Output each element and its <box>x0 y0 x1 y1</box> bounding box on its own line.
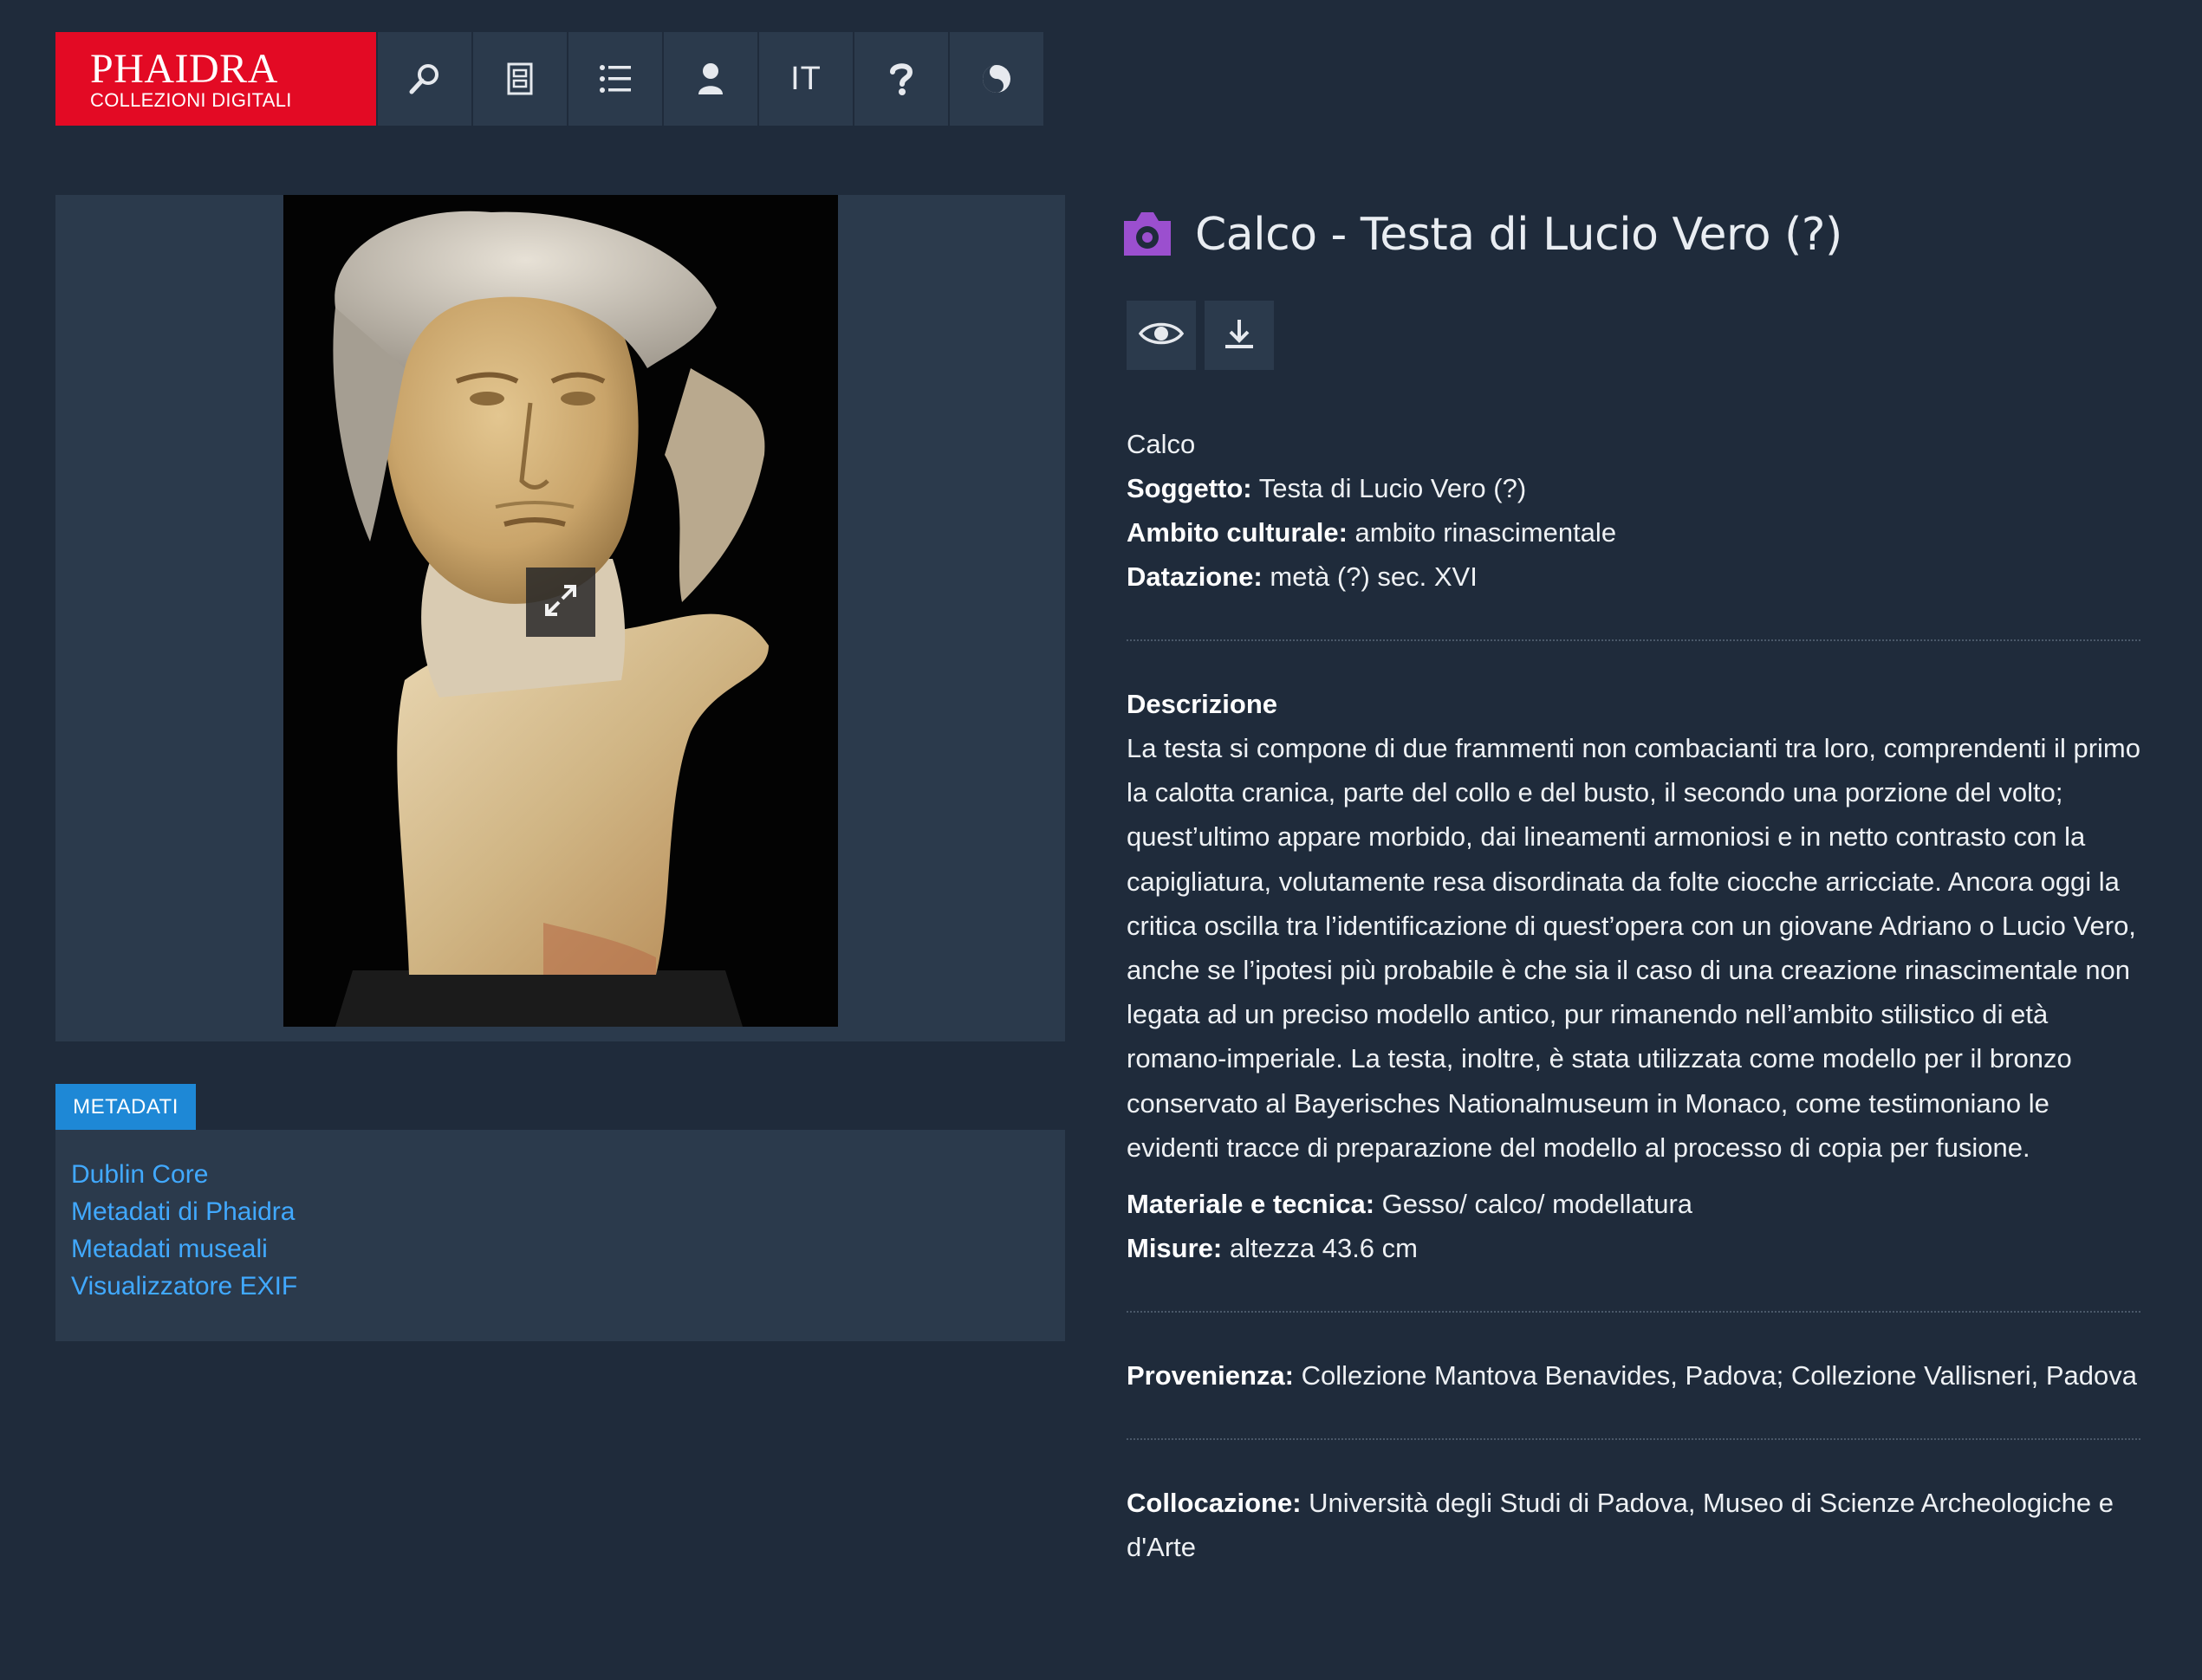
location-label: Collocazione: <box>1127 1488 1302 1519</box>
measures-value: altezza 43.6 cm <box>1229 1233 1418 1264</box>
expand-icon <box>540 580 581 626</box>
dating-row: Datazione: metà (?) sec. XVI <box>1127 555 2140 599</box>
logo-title: PHAIDRA <box>90 46 278 92</box>
phaidra-metadata-link[interactable]: Metadati di Phaidra <box>71 1193 1049 1230</box>
theme-button[interactable] <box>950 32 1043 126</box>
page-title: Calco - Testa di Lucio Vero (?) <box>1195 209 1842 261</box>
material-row: Materiale e tecnica: Gesso/ calco/ model… <box>1127 1182 2140 1226</box>
download-icon <box>1223 317 1256 354</box>
measures-label: Misure: <box>1127 1233 1223 1264</box>
subject-label: Soggetto: <box>1127 473 1252 503</box>
cultural-scope-row: Ambito culturale: ambito rinascimentale <box>1127 510 2140 555</box>
search-icon <box>407 62 442 96</box>
cultural-scope-value: ambito rinascimentale <box>1354 517 1617 548</box>
object-type: Calco <box>1127 429 1196 459</box>
material-value: Gesso/ calco/ modellatura <box>1381 1189 1693 1220</box>
help-icon <box>890 62 913 96</box>
logo-subtitle: COLLEZIONI DIGITALI <box>90 89 292 111</box>
description-section: Descrizione La testa si compone di due f… <box>1127 682 2140 1270</box>
object-actions <box>1127 301 2140 370</box>
dating-value: metà (?) sec. XVI <box>1270 561 1478 592</box>
view-icon <box>1138 320 1185 352</box>
subject-row: Soggetto: Testa di Lucio Vero (?) <box>1127 466 2140 510</box>
subject-value: Testa di Lucio Vero (?) <box>1258 473 1527 503</box>
object-details: Calco - Testa di Lucio Vero (?) Calco So… <box>1124 195 2140 1569</box>
help-button[interactable] <box>854 32 948 126</box>
top-navigation: PHAIDRA COLLEZIONI DIGITALI IT <box>55 32 1043 126</box>
metadata-panel: Dublin Core Metadati di Phaidra Metadati… <box>55 1130 1065 1341</box>
view-button[interactable] <box>1127 301 1196 370</box>
title-row: Calco - Testa di Lucio Vero (?) <box>1120 195 2140 275</box>
description-text: La testa si compone di due frammenti non… <box>1127 733 2140 1163</box>
user-icon <box>698 62 724 95</box>
divider <box>1127 639 2140 641</box>
measures-row: Misure: altezza 43.6 cm <box>1127 1226 2140 1270</box>
metadata-tab[interactable]: METADATI <box>55 1084 196 1130</box>
divider <box>1127 1311 2140 1314</box>
language-label: IT <box>790 60 822 97</box>
dublin-core-link[interactable]: Dublin Core <box>71 1156 1049 1193</box>
dating-label: Datazione: <box>1127 561 1263 592</box>
contrast-icon <box>981 63 1012 94</box>
description-label: Descrizione <box>1127 689 1278 719</box>
exif-viewer-link[interactable]: Visualizzatore EXIF <box>71 1268 1049 1305</box>
camera-icon <box>1120 209 1174 262</box>
documents-button[interactable] <box>473 32 567 126</box>
provenance-value: Collezione Mantova Benavides, Padova; Co… <box>1301 1360 2138 1391</box>
museum-metadata-link[interactable]: Metadati museali <box>71 1230 1049 1268</box>
provenance-section: Provenienza: Collezione Mantova Benavide… <box>1127 1353 2140 1398</box>
user-button[interactable] <box>664 32 757 126</box>
divider <box>1127 1438 2140 1441</box>
language-button[interactable]: IT <box>759 32 853 126</box>
download-button[interactable] <box>1205 301 1274 370</box>
phaidra-logo[interactable]: PHAIDRA COLLEZIONI DIGITALI <box>55 32 376 126</box>
list-icon <box>599 63 632 94</box>
document-icon <box>507 62 533 95</box>
material-label: Materiale e tecnica: <box>1127 1189 1375 1220</box>
list-button[interactable] <box>568 32 662 126</box>
summary-section: Calco Soggetto: Testa di Lucio Vero (?) … <box>1127 422 2140 599</box>
search-button[interactable] <box>378 32 471 126</box>
location-section: Collocazione: Università degli Studi di … <box>1127 1481 2140 1569</box>
provenance-label: Provenienza: <box>1127 1360 1294 1391</box>
image-viewer <box>55 195 1065 1041</box>
cultural-scope-label: Ambito culturale: <box>1127 517 1348 548</box>
fullscreen-button[interactable] <box>526 568 595 637</box>
